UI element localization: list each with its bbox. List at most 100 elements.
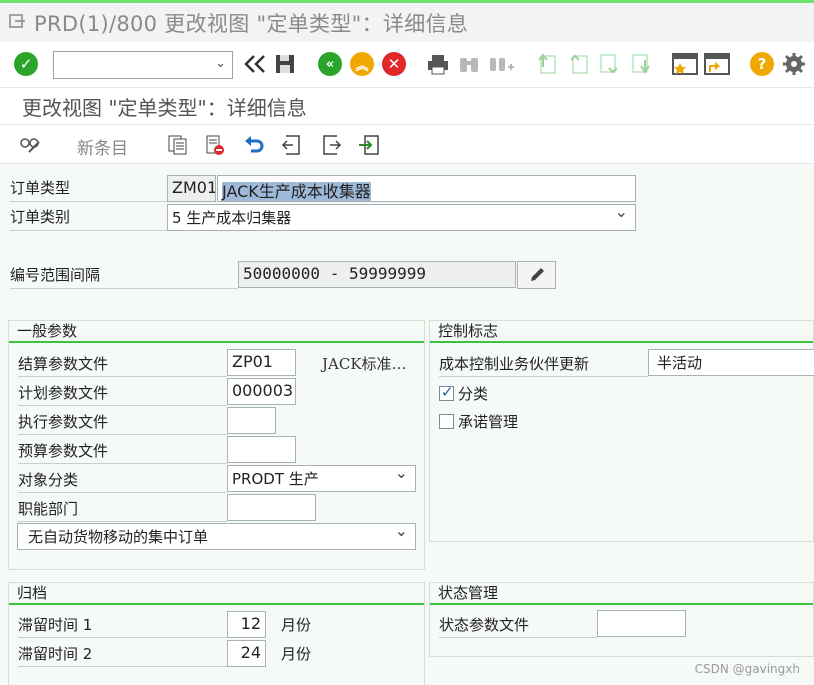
find-button[interactable]: [456, 51, 482, 77]
window-titlebar: PRD(1)/800 更改视图 "定单类型"：详细信息: [0, 0, 814, 42]
object-class-label: 对象分类: [18, 469, 227, 493]
number-range-label: 编号范围间隔: [10, 264, 238, 289]
glasses-pencil-icon: [20, 138, 40, 153]
binoculars-plus-icon: [490, 58, 514, 71]
status-profile-field[interactable]: [597, 610, 686, 637]
screen-header: 更改视图 "定单类型"：详细信息: [0, 88, 814, 124]
next-entry-button[interactable]: [320, 134, 342, 156]
undo-button[interactable]: [243, 134, 265, 156]
last-page-button[interactable]: [629, 51, 655, 77]
exit-button[interactable]: ︽: [349, 51, 375, 77]
watermark: CSDN @gavingxh: [694, 662, 800, 676]
residence-time2-unit: 月份: [281, 645, 312, 663]
create-session-button[interactable]: [672, 51, 698, 77]
order-type-description-text: JACK生产成本收集器: [222, 182, 371, 201]
previous-entry-button[interactable]: [281, 134, 303, 156]
double-chevron-left-icon: [244, 55, 265, 73]
gear-icon: [783, 53, 805, 75]
new-window-icon: [672, 53, 698, 75]
residence-time1-unit: 月份: [281, 616, 312, 634]
command-field[interactable]: ⌄: [53, 51, 233, 79]
budget-profile-label: 预算参数文件: [18, 440, 227, 464]
edit-number-range-button[interactable]: [517, 261, 556, 289]
select-block-button[interactable]: [358, 134, 380, 156]
undo-icon: [245, 136, 264, 153]
order-category-label: 订单类别: [10, 206, 167, 231]
shortcut-button[interactable]: [704, 51, 730, 77]
up-icon: ︽: [350, 52, 374, 76]
residence-time2-label: 滞留时间 2: [18, 643, 227, 667]
cancel-icon: ✕: [382, 52, 406, 76]
display-change-button[interactable]: [19, 134, 41, 156]
budget-profile-field[interactable]: [227, 436, 296, 463]
general-parameters-title: 一般参数: [9, 321, 424, 343]
order-type-description-field[interactable]: JACK生产成本收集器: [217, 175, 636, 202]
page-first-icon: [538, 53, 556, 74]
execution-profile-field[interactable]: [227, 407, 276, 434]
shortcut-icon: [704, 53, 730, 75]
copy-icon: [168, 135, 187, 155]
help-button[interactable]: ?: [749, 51, 775, 77]
execution-profile-label: 执行参数文件: [18, 411, 227, 435]
help-icon: ?: [750, 52, 774, 76]
next-entry-icon: [323, 135, 342, 155]
status-management-title: 状态管理: [430, 583, 813, 605]
number-range-field: 50000000 - 59999999: [238, 261, 516, 288]
chevron-down-icon: ⌄: [215, 56, 226, 71]
window-title: PRD(1)/800 更改视图 "定单类型"：详细信息: [34, 12, 469, 36]
partner-update-label: 成本控制业务伙伴更新: [439, 353, 648, 377]
page-down-icon: [600, 54, 618, 74]
previous-entry-icon: [281, 135, 300, 155]
back-button[interactable]: «: [317, 51, 343, 77]
content-area: 订单类型 ZM01 JACK生产成本收集器 订单类别 5 生产成本归集器 编号范…: [0, 164, 814, 685]
classification-checkbox[interactable]: [439, 383, 454, 401]
planning-profile-label: 计划参数文件: [18, 382, 227, 406]
new-entries-button[interactable]: 新条目: [77, 134, 128, 159]
find-next-button[interactable]: [488, 51, 514, 77]
first-page-button[interactable]: [533, 51, 559, 77]
order-type-label: 订单类型: [10, 177, 167, 202]
delete-button[interactable]: [204, 134, 226, 156]
checkmark-icon: ✓: [14, 52, 38, 76]
menu-icon[interactable]: [9, 13, 27, 29]
settlement-profile-text: JACK标准…: [322, 355, 407, 373]
settings-button[interactable]: [781, 51, 807, 77]
save-button[interactable]: [272, 51, 298, 77]
control-indicators-title: 控制标志: [430, 321, 813, 343]
back-icon: «: [318, 52, 342, 76]
archiving-title: 归档: [9, 583, 424, 605]
residence-time1-field[interactable]: 12: [227, 611, 266, 638]
status-profile-label: 状态参数文件: [439, 614, 597, 638]
page-up-icon: [570, 54, 588, 74]
partner-update-select[interactable]: 半活动: [648, 349, 814, 376]
settlement-profile-field[interactable]: ZP01: [227, 349, 296, 376]
application-toolbar: 新条目: [0, 124, 814, 164]
functional-area-label: 职能部门: [18, 498, 227, 522]
delete-icon: [206, 135, 224, 155]
enter-button[interactable]: ✓: [13, 51, 39, 77]
settlement-profile-label: 结算参数文件: [18, 353, 227, 377]
classification-label: 分类: [458, 385, 489, 403]
planning-profile-field[interactable]: 000003: [227, 378, 296, 405]
binoculars-icon: [460, 58, 478, 72]
commitment-management-checkbox[interactable]: [439, 414, 454, 429]
next-page-button[interactable]: [597, 51, 623, 77]
order-category-select[interactable]: 5 生产成本归集器: [167, 204, 636, 231]
collapse-command-button[interactable]: [242, 51, 268, 77]
object-class-select[interactable]: PRODT 生产: [227, 465, 416, 492]
printer-icon: [428, 55, 448, 75]
copy-as-button[interactable]: [167, 134, 189, 156]
functional-area-field[interactable]: [227, 494, 316, 521]
page-last-icon: [632, 54, 650, 74]
system-toolbar: ✓ ⌄ « ︽ ✕ ?: [0, 42, 814, 88]
transport-icon: [359, 135, 379, 155]
save-icon: [276, 55, 294, 73]
residence-time2-field[interactable]: 24: [227, 640, 266, 667]
pencil-icon: [530, 268, 544, 281]
goods-movement-select[interactable]: 无自动货物移动的集中订单: [17, 523, 416, 550]
previous-page-button[interactable]: [565, 51, 591, 77]
cancel-button[interactable]: ✕: [381, 51, 407, 77]
print-button[interactable]: [425, 51, 451, 77]
residence-time1-label: 滞留时间 1: [18, 614, 227, 638]
order-type-code-field: ZM01: [167, 175, 216, 202]
